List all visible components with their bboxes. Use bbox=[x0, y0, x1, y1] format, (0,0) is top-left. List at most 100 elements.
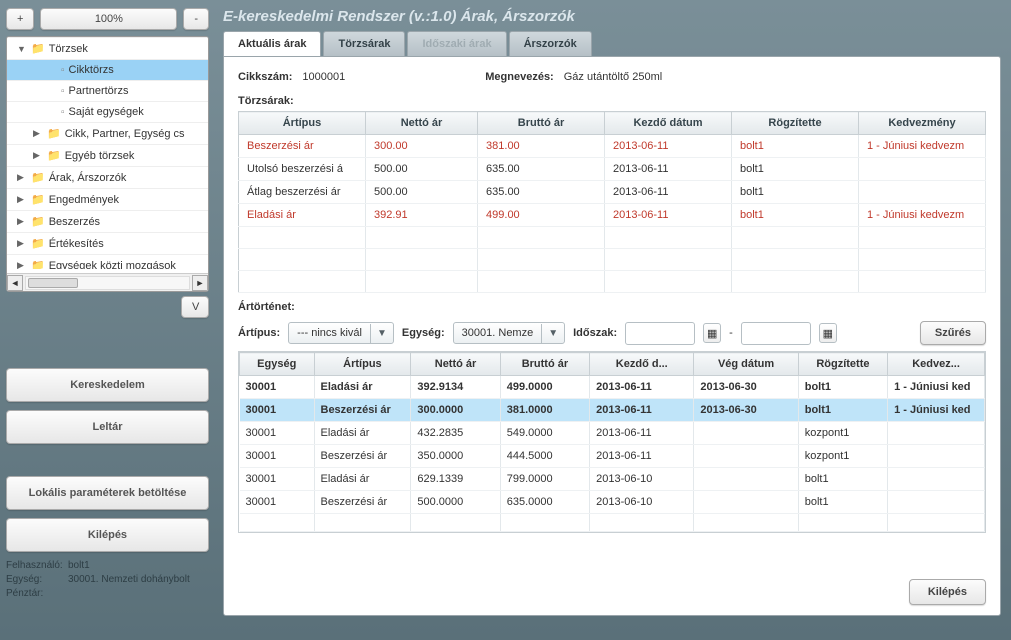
calendar-icon[interactable]: ▦ bbox=[819, 323, 837, 343]
filter-button[interactable]: Szűrés bbox=[920, 321, 986, 345]
folder-icon: 📁 bbox=[31, 42, 45, 55]
zoom-in-button[interactable]: + bbox=[6, 8, 34, 30]
tab-period-prices[interactable]: Időszaki árak bbox=[407, 31, 506, 56]
scroll-thumb[interactable] bbox=[28, 278, 78, 288]
h-col-veg[interactable]: Vég dátum bbox=[694, 353, 798, 376]
folder-icon: 📁 bbox=[31, 237, 45, 250]
tree-item[interactable]: ▶ 📁 Egyéb törzsek bbox=[7, 144, 208, 166]
tree-item[interactable]: ▫ Cikktörzs bbox=[7, 59, 208, 80]
expand-icon: ▶ bbox=[17, 216, 27, 227]
folder-icon: 📁 bbox=[31, 215, 45, 228]
name-value: Gáz utántöltő 250ml bbox=[564, 71, 662, 83]
base-prices-title: Törzsárak: bbox=[238, 95, 986, 107]
period-from-input[interactable] bbox=[625, 322, 695, 345]
tree-item-label: Beszerzés bbox=[49, 216, 100, 228]
folder-icon: 📁 bbox=[31, 193, 45, 206]
table-row[interactable]: 30001Eladási ár432.2835549.00002013-06-1… bbox=[240, 422, 985, 445]
tree-item-label: Cikk, Partner, Egység cs bbox=[65, 128, 185, 140]
table-row[interactable]: 30001Beszerzési ár500.0000635.00002013-0… bbox=[240, 491, 985, 514]
dash: - bbox=[729, 327, 733, 339]
scroll-left-icon[interactable]: ◄ bbox=[7, 275, 23, 291]
table-row[interactable]: Beszerzési ár300.00381.002013-06-11bolt1… bbox=[239, 135, 986, 158]
tree-item-label: Értékesítés bbox=[49, 238, 104, 250]
tree-item[interactable]: ▶ 📁 Cikk, Partner, Egység cs bbox=[7, 122, 208, 144]
h-col-netto[interactable]: Nettó ár bbox=[411, 353, 500, 376]
col-netto[interactable]: Nettó ár bbox=[365, 112, 477, 135]
tree-item[interactable]: ▶ 📁 Beszerzés bbox=[7, 210, 208, 232]
folder-icon: 📁 bbox=[31, 171, 45, 184]
table-row[interactable]: Átlag beszerzési ár500.00635.002013-06-1… bbox=[239, 181, 986, 204]
tree-item-label: Egyéb törzsek bbox=[65, 150, 135, 162]
filter-type-combo[interactable]: --- nincs kivál▼ bbox=[288, 322, 394, 344]
col-rogz[interactable]: Rögzítette bbox=[732, 112, 859, 135]
period-to-input[interactable] bbox=[741, 322, 811, 345]
code-value: 1000001 bbox=[302, 71, 345, 83]
file-icon: ▫ bbox=[61, 107, 65, 118]
expand-icon: ▼ bbox=[17, 44, 27, 54]
table-row[interactable]: 30001Beszerzési ár350.0000444.50002013-0… bbox=[240, 445, 985, 468]
col-kedv[interactable]: Kedvezmény bbox=[858, 112, 985, 135]
chevron-down-icon: ▼ bbox=[541, 324, 564, 343]
tree-item-label: Cikktörzs bbox=[69, 64, 114, 76]
col-kezdo[interactable]: Kezdő dátum bbox=[605, 112, 732, 135]
status-lines: Felhasználó:bolt1 Egység:30001. Nemzeti … bbox=[6, 560, 209, 599]
filter-type-label: Ártípus: bbox=[238, 327, 280, 339]
expand-icon: ▶ bbox=[17, 194, 27, 205]
nav-tree: ▼ 📁 Törzsek ▫ Cikktörzs ▫Partnertörzs ▫ Saját e… bbox=[6, 36, 209, 292]
tree-item-label: Törzsek bbox=[49, 43, 88, 55]
tree-item[interactable]: ▫ Saját egységek bbox=[7, 101, 208, 122]
filter-unit-label: Egység: bbox=[402, 327, 445, 339]
calendar-icon[interactable]: ▦ bbox=[703, 323, 721, 343]
table-row[interactable]: 30001Eladási ár629.1339799.00002013-06-1… bbox=[240, 468, 985, 491]
h-col-brutto[interactable]: Bruttó ár bbox=[500, 353, 589, 376]
tree-hscroll[interactable]: ◄ ► bbox=[7, 273, 208, 291]
h-col-egyseg[interactable]: Egység bbox=[240, 353, 315, 376]
h-col-rogz[interactable]: Rögzítette bbox=[798, 353, 887, 376]
folder-icon: 📁 bbox=[47, 127, 61, 140]
expand-icon: ▶ bbox=[33, 128, 43, 139]
name-label: Megnevezés: bbox=[485, 71, 553, 83]
tree-item[interactable]: ▼ 📁 Törzsek bbox=[7, 37, 208, 59]
zoom-out-button[interactable]: - bbox=[183, 8, 209, 30]
folder-icon: 📁 bbox=[31, 259, 45, 269]
page-title: E-kereskedelmi Rendszer (v.:1.0) Árak, Á… bbox=[223, 8, 1001, 25]
code-label: Cikkszám: bbox=[238, 71, 292, 83]
tab-current-prices[interactable]: Aktuális árak bbox=[223, 31, 321, 56]
table-row[interactable]: Utolsó beszerzési á500.00635.002013-06-1… bbox=[239, 158, 986, 181]
v-button[interactable]: V bbox=[181, 296, 209, 318]
h-col-kedv[interactable]: Kedvez... bbox=[888, 353, 985, 376]
tree-item[interactable]: ▶📁Árak, Árszorzók bbox=[7, 166, 208, 188]
col-brutto[interactable]: Bruttó ár bbox=[478, 112, 605, 135]
load-params-button[interactable]: Lokális paraméterek betöltése bbox=[6, 476, 209, 510]
h-col-kezdo[interactable]: Kezdő d... bbox=[590, 353, 694, 376]
tree-item[interactable]: ▶ 📁 Engedmények bbox=[7, 188, 208, 210]
history-title: Ártörténet: bbox=[238, 301, 986, 313]
filter-unit-combo[interactable]: 30001. Nemze▼ bbox=[453, 322, 565, 344]
tree-item[interactable]: ▶📁Egységek közti mozgások bbox=[7, 254, 208, 269]
tree-item-label: Partnertörzs bbox=[69, 85, 129, 97]
folder-icon: 📁 bbox=[47, 149, 61, 162]
expand-icon: ▶ bbox=[17, 238, 27, 249]
table-row[interactable]: 30001Eladási ár392.9134499.00002013-06-1… bbox=[240, 376, 985, 399]
zoom-value-button[interactable]: 100% bbox=[40, 8, 177, 30]
filter-period-label: Időszak: bbox=[573, 327, 617, 339]
table-row[interactable]: 30001Beszerzési ár300.0000381.00002013-0… bbox=[240, 399, 985, 422]
tree-item[interactable]: ▫Partnertörzs bbox=[7, 80, 208, 101]
tree-item-label: Engedmények bbox=[49, 194, 119, 206]
exit-button[interactable]: Kilépés bbox=[6, 518, 209, 552]
tree-item-label: Saját egységek bbox=[69, 106, 144, 118]
tab-base-prices[interactable]: Törzsárak bbox=[323, 31, 405, 56]
file-icon: ▫ bbox=[61, 65, 65, 76]
close-button[interactable]: Kilépés bbox=[909, 579, 986, 605]
table-row[interactable]: Eladási ár392.91499.002013-06-11bolt11 -… bbox=[239, 204, 986, 227]
expand-icon: ▶ bbox=[33, 150, 43, 161]
trade-button[interactable]: Kereskedelem bbox=[6, 368, 209, 402]
tab-multipliers[interactable]: Árszorzók bbox=[509, 31, 592, 56]
chevron-down-icon: ▼ bbox=[370, 324, 393, 343]
h-col-artipus[interactable]: Ártípus bbox=[314, 353, 411, 376]
tree-item[interactable]: ▶ 📁 Értékesítés bbox=[7, 232, 208, 254]
tree-item-label: Árak, Árszorzók bbox=[49, 172, 127, 184]
inventory-button[interactable]: Leltár bbox=[6, 410, 209, 444]
col-artipus[interactable]: Ártípus bbox=[239, 112, 366, 135]
scroll-right-icon[interactable]: ► bbox=[192, 275, 208, 291]
